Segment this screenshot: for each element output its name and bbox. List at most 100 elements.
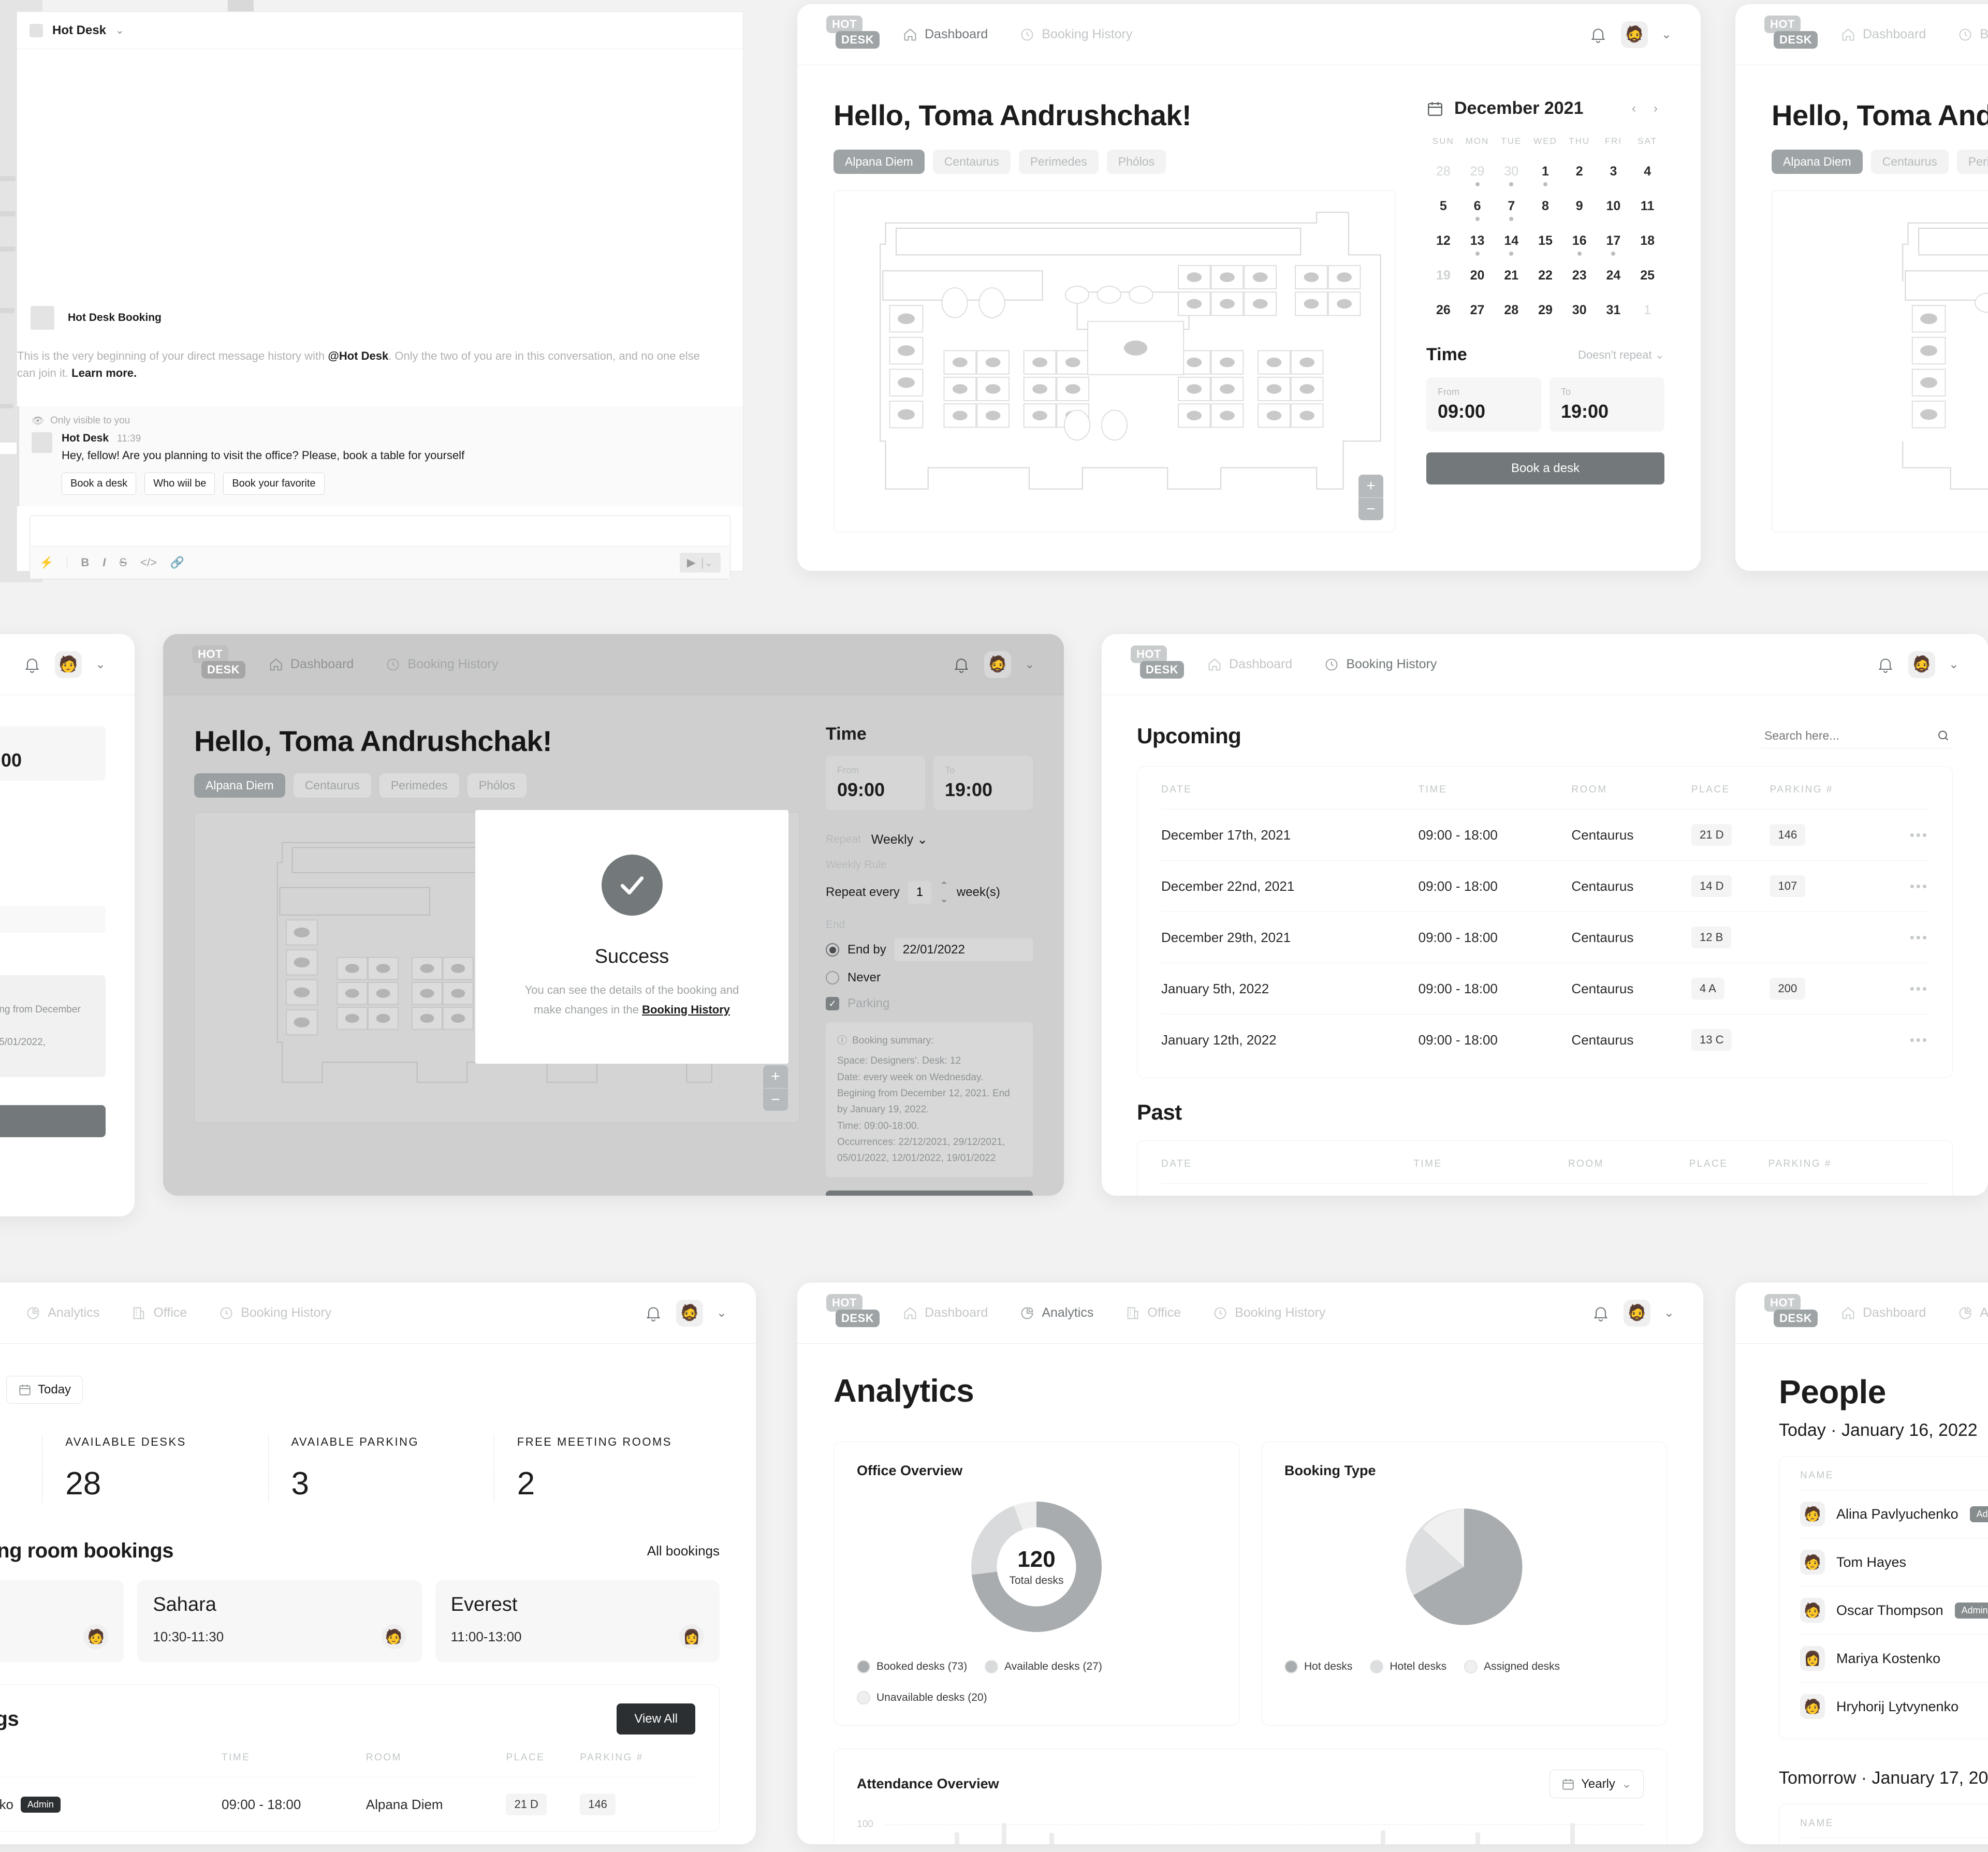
calendar-day[interactable]: 26 — [1426, 298, 1460, 327]
row-actions-button[interactable]: ••• — [1892, 860, 1928, 912]
table-row[interactable]: December 17th, 2021 09:00 - 18:00 Centauru… — [1161, 809, 1928, 861]
calendar-day[interactable]: 7 — [1494, 194, 1528, 223]
chip-centaurus[interactable]: Centaurus — [932, 150, 1011, 174]
bell-icon[interactable] — [644, 1304, 663, 1322]
calendar-prev-button[interactable]: ‹ — [1625, 100, 1643, 117]
calendar-day[interactable]: 27 — [1460, 298, 1495, 327]
bell-icon[interactable] — [1876, 655, 1895, 674]
stepper-arrows-icon[interactable]: ⌃ ⌄ — [940, 879, 948, 905]
hotdesk-logo[interactable]: HOT DESK — [1764, 15, 1818, 54]
chevron-down-icon[interactable]: ⌄ — [115, 24, 124, 37]
calendar-day[interactable]: 15 — [1528, 228, 1562, 258]
calendar-day[interactable]: 19 — [1426, 263, 1460, 292]
interval-stepper[interactable]: 1 — [908, 881, 932, 904]
calendar-day[interactable]: 22 — [1528, 263, 1562, 292]
row-actions-button[interactable]: ••• — [1892, 912, 1928, 963]
calendar-day[interactable]: 16 — [1562, 228, 1597, 258]
code-icon[interactable]: </> — [140, 556, 157, 569]
table-row[interactable]: December 13th, 202109:00 - 18:00Centauru… — [1161, 1183, 1928, 1196]
nav-analytics[interactable]: Analytics — [26, 1305, 99, 1320]
bold-icon[interactable]: B — [81, 556, 89, 569]
hotdesk-logo[interactable]: HOT DESK — [1131, 645, 1185, 684]
chip-centaurus[interactable]: Centaurus — [293, 773, 371, 798]
table-row[interactable]: December 29th, 2021 09:00 - 18:00 Centauru… — [1161, 912, 1928, 963]
list-item[interactable]: 🧑 Hryhorij Lytvynenko — [1800, 1682, 1988, 1730]
avatar[interactable]: 🧔 — [1623, 1299, 1650, 1327]
nav-booking-history[interactable]: Booking History — [386, 657, 498, 672]
nav-office[interactable]: Office — [131, 1305, 187, 1320]
chip-pholos[interactable]: Phólos — [467, 773, 527, 798]
book-a-desk-button[interactable]: Book a desk — [1426, 452, 1664, 484]
row-actions-button[interactable]: ••• — [1892, 809, 1928, 861]
book-a-desk-button[interactable]: Book a desk — [0, 1105, 106, 1137]
row-actions-button[interactable]: ••• — [1892, 1014, 1928, 1065]
period-select-button[interactable]: Yearly ⌄ — [1550, 1770, 1644, 1798]
calendar-day[interactable]: 8 — [1528, 194, 1562, 223]
calendar-day[interactable]: 24 — [1597, 263, 1631, 292]
slack-action-book-your-favorite[interactable]: Book your favorite — [223, 473, 325, 495]
all-bookings-link[interactable]: All bookings — [647, 1543, 720, 1559]
calendar-day[interactable]: 20 — [1460, 263, 1495, 292]
strikethrough-icon[interactable]: S — [119, 556, 127, 569]
nav-booking-history[interactable]: Booking History — [1213, 1305, 1325, 1320]
slack-action-who-will-be[interactable]: Who wiil be — [144, 473, 215, 495]
nav-dashboard[interactable]: Dashboard — [269, 657, 354, 672]
nav-dashboard[interactable]: Dashboard — [1841, 1305, 1926, 1320]
row-actions-button[interactable]: ••• — [1892, 1183, 1928, 1196]
calendar-day[interactable]: 13 — [1460, 228, 1495, 258]
calendar-day[interactable]: 17 — [1597, 228, 1631, 258]
booking-history-link[interactable]: Booking History — [642, 1003, 730, 1016]
slack-learn-more-link[interactable]: Learn more. — [71, 366, 137, 379]
list-item[interactable]: 🧑 Tom Hayes — [1800, 1538, 1988, 1586]
calendar-day[interactable]: 14 — [1494, 228, 1528, 258]
hotdesk-logo[interactable]: HOT DESK — [1764, 1294, 1818, 1332]
hotdesk-logo[interactable]: HOT DESK — [826, 1294, 880, 1332]
calendar-day[interactable]: 28 — [1426, 159, 1460, 188]
chevron-down-icon[interactable]: ⌄ — [95, 657, 106, 672]
floorplan-map[interactable]: + − — [834, 190, 1395, 532]
zoom-out-button[interactable]: − — [1358, 497, 1383, 520]
time-from-field[interactable]: From 09:00 — [1426, 377, 1541, 432]
list-item[interactable]: 👩Mariya Kostenko — [1800, 1634, 1988, 1682]
bell-icon[interactable] — [1591, 1304, 1610, 1322]
parking-checkbox[interactable]: ✓ — [826, 997, 839, 1010]
calendar-day[interactable]: 29 — [1460, 159, 1495, 188]
chip-alpana-diem[interactable]: Alpana Diem — [1772, 150, 1863, 174]
list-item[interactable]: 👩Mariya Kostenko — [1800, 1838, 1988, 1844]
list-item[interactable]: 🧑 Alina Pavlyuchenko Admin — [1800, 1490, 1988, 1538]
meeting-room-card[interactable]: Australia10:30-11:30🧑 — [0, 1580, 124, 1663]
calendar-day[interactable]: 25 — [1630, 263, 1664, 292]
slack-intro-mention[interactable]: @Hot Desk — [328, 349, 388, 362]
calendar-next-button[interactable]: › — [1647, 100, 1664, 117]
time-to-field[interactable]: To 19:00 — [0, 726, 106, 781]
calendar-day[interactable]: 30 — [1562, 298, 1597, 327]
chip-centaurus[interactable]: Centaurus — [1870, 150, 1949, 174]
calendar-day[interactable]: 18 — [1630, 228, 1664, 258]
slack-channel-header[interactable]: Hot Desk ⌄ — [17, 12, 743, 49]
calendar-day[interactable]: 2 — [1562, 159, 1597, 188]
hotdesk-logo[interactable]: HOT DESK — [826, 15, 880, 54]
calendar-days-grid[interactable]: 28 29 30 1 2 3 4 5 6 7 8 9 10 11 12 13 14 15 16 17 18 19 20 21 2… — [1426, 159, 1664, 327]
slack-action-book-a-desk[interactable]: Book a desk — [62, 473, 137, 495]
calendar-day[interactable]: 10 — [1597, 194, 1631, 223]
chevron-down-icon[interactable]: ⌄ — [1661, 27, 1672, 42]
table-row[interactable]: January 12th, 2022 09:00 - 18:00 Centaurus… — [1161, 1014, 1928, 1065]
chevron-down-icon[interactable]: ⌄ — [1664, 1305, 1674, 1320]
chevron-down-icon[interactable]: ⌄ — [717, 1305, 727, 1320]
time-from-field[interactable]: From 09:00 — [826, 756, 925, 810]
chevron-down-icon[interactable]: ⌄ — [1025, 657, 1035, 672]
nav-dashboard[interactable]: Dashboard — [1841, 27, 1926, 42]
calendar-day[interactable]: 5 — [1426, 194, 1460, 223]
view-all-button[interactable]: View All — [617, 1703, 695, 1735]
row-actions-button[interactable]: ••• — [1892, 963, 1928, 1015]
zoom-in-button[interactable]: + — [763, 1065, 788, 1088]
calendar-day[interactable]: 6 — [1460, 194, 1495, 223]
nav-booking-history[interactable]: Booking History — [1324, 657, 1437, 672]
avatar[interactable]: 🧔 — [1620, 21, 1648, 48]
repeat-value-select[interactable]: Weekly ⌄ — [871, 832, 928, 847]
search-box[interactable] — [1761, 723, 1953, 748]
time-to-field[interactable]: To 19:00 — [1550, 377, 1664, 432]
bell-icon[interactable] — [23, 655, 41, 674]
meeting-room-card[interactable]: Everest 11:00-13:00 👩 — [435, 1580, 720, 1663]
nav-booking-history[interactable]: Booking History — [1958, 27, 1988, 42]
